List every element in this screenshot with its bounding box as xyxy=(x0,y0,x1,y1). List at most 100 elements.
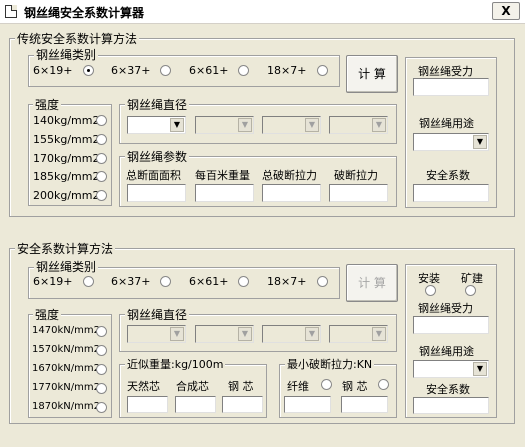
total-breaking-force-label: 总破断拉力 xyxy=(262,169,317,182)
weight-per-100m-label: 每百米重量 xyxy=(195,169,250,182)
dropdown-arrow-icon: ▼ xyxy=(473,362,487,376)
install-radio[interactable] xyxy=(425,285,436,296)
strength-radio[interactable] xyxy=(96,115,107,126)
steel-core-field[interactable] xyxy=(222,396,263,413)
rope-force-field[interactable] xyxy=(413,316,489,334)
rope-type-radio[interactable] xyxy=(238,276,249,287)
rope-type-label: 6×61+ xyxy=(189,275,229,288)
strength-label: 185kg/mm2 xyxy=(33,170,100,183)
steel-core-label: 钢 芯 xyxy=(342,380,368,393)
diameter-select[interactable]: ▼ xyxy=(195,116,254,134)
diameter-select[interactable]: ▼ xyxy=(329,116,388,134)
safety-method-title: 安全系数计算方法 xyxy=(15,240,116,257)
breaking-force-label: 破断拉力 xyxy=(334,169,378,182)
install-label: 安装 xyxy=(418,272,440,285)
rope-type-radio[interactable] xyxy=(317,65,328,76)
strength-radio[interactable] xyxy=(96,364,107,375)
strength-title: 强度 xyxy=(33,306,62,323)
mine-construction-label: 矿建 xyxy=(461,272,483,285)
rope-type-label: 6×19+ xyxy=(33,275,73,288)
diameter-select[interactable]: ▼ xyxy=(127,116,186,134)
safety-factor-label: 安全系数 xyxy=(426,383,470,396)
synthetic-core-label: 合成芯 xyxy=(176,380,209,393)
rope-force-field[interactable] xyxy=(413,78,489,96)
rope-usage-select[interactable]: ▼ xyxy=(413,360,489,378)
dropdown-arrow-icon: ▼ xyxy=(305,327,319,341)
strength-radio[interactable] xyxy=(96,171,107,182)
rope-force-label: 钢丝绳受力 xyxy=(418,302,473,315)
safety-factor-field[interactable] xyxy=(413,184,489,202)
diameter-select[interactable]: ▼ xyxy=(127,325,186,343)
close-button[interactable]: X xyxy=(492,2,520,20)
rope-type-radio[interactable] xyxy=(160,276,171,287)
rope-type-label: 6×37+ xyxy=(111,275,151,288)
rope-type-label: 18×7+ xyxy=(267,275,307,288)
strength-label: 1570kN/mm2 xyxy=(32,344,100,355)
rope-type-label: 6×61+ xyxy=(189,64,229,77)
fiber-radio[interactable] xyxy=(321,379,332,390)
strength-label: 170kg/mm2 xyxy=(33,152,100,165)
approx-weight-title: 近似重量:kg/100m xyxy=(125,356,226,372)
rope-type-radio[interactable] xyxy=(238,65,249,76)
rope-type-radio[interactable] xyxy=(83,65,94,76)
strength-radio[interactable] xyxy=(96,134,107,145)
strength-radio[interactable] xyxy=(96,402,107,413)
synthetic-core-field[interactable] xyxy=(175,396,216,413)
title-bar: 钢丝绳安全系数计算器 X xyxy=(0,0,525,24)
rope-usage-select[interactable]: ▼ xyxy=(413,133,489,151)
strength-radio[interactable] xyxy=(96,383,107,394)
dropdown-arrow-icon: ▼ xyxy=(170,118,184,132)
rope-type-title: 钢丝绳类别 xyxy=(34,258,99,275)
calculate-button[interactable]: 计 算 xyxy=(346,55,398,93)
strength-label: 1870kN/mm2 xyxy=(32,401,100,412)
rope-type-radio[interactable] xyxy=(317,276,328,287)
diameter-select[interactable]: ▼ xyxy=(262,325,321,343)
safety-factor-field[interactable] xyxy=(413,397,489,414)
breaking-force-field[interactable] xyxy=(329,184,388,202)
strength-label: 1470kN/mm2 xyxy=(32,325,100,336)
rope-type-title: 钢丝绳类别 xyxy=(34,46,99,63)
steel-core-radio[interactable] xyxy=(378,379,389,390)
strength-radio[interactable] xyxy=(96,153,107,164)
rope-usage-label: 钢丝绳用途 xyxy=(419,345,474,358)
strength-title: 强度 xyxy=(33,96,62,113)
fiber-label: 纤维 xyxy=(287,380,309,393)
dropdown-arrow-icon: ▼ xyxy=(372,327,386,341)
dropdown-arrow-icon: ▼ xyxy=(473,135,487,149)
safety-factor-label: 安全系数 xyxy=(426,169,470,182)
dropdown-arrow-icon: ▼ xyxy=(170,327,184,341)
diameter-select[interactable]: ▼ xyxy=(262,116,321,134)
total-area-field[interactable] xyxy=(127,184,186,202)
rope-type-radio[interactable] xyxy=(83,276,94,287)
min-breaking-force-title: 最小破断拉力:KN xyxy=(285,356,375,372)
rope-type-radio[interactable] xyxy=(160,65,171,76)
total-breaking-force-field[interactable] xyxy=(262,184,321,202)
diameter-title: 钢丝绳直径 xyxy=(125,96,190,113)
strength-radio[interactable] xyxy=(96,326,107,337)
mine-construction-radio[interactable] xyxy=(465,285,476,296)
diameter-select[interactable]: ▼ xyxy=(329,325,388,343)
strength-label: 140kg/mm2 xyxy=(33,114,100,127)
strength-radio[interactable] xyxy=(96,345,107,356)
rope-type-label: 6×37+ xyxy=(111,64,151,77)
parameters-title: 钢丝绳参数 xyxy=(125,148,190,165)
dropdown-arrow-icon: ▼ xyxy=(305,118,319,132)
natural-core-field[interactable] xyxy=(127,396,168,413)
dropdown-arrow-icon: ▼ xyxy=(238,118,252,132)
steel-core-field[interactable] xyxy=(341,396,388,413)
dropdown-arrow-icon: ▼ xyxy=(372,118,386,132)
weight-per-100m-field[interactable] xyxy=(195,184,254,202)
strength-label: 1770kN/mm2 xyxy=(32,382,100,393)
fiber-field[interactable] xyxy=(284,396,331,413)
rope-force-label: 钢丝绳受力 xyxy=(418,65,473,78)
window-title: 钢丝绳安全系数计算器 xyxy=(24,6,145,20)
total-area-label: 总断面面积 xyxy=(126,169,181,182)
app-icon xyxy=(5,5,17,18)
diameter-select[interactable]: ▼ xyxy=(195,325,254,343)
strength-label: 155kg/mm2 xyxy=(33,133,100,146)
strength-label: 200kg/mm2 xyxy=(33,189,100,202)
calculate-button[interactable]: 计 算 xyxy=(346,264,398,302)
diameter-title: 钢丝绳直径 xyxy=(125,306,190,323)
rope-type-label: 18×7+ xyxy=(267,64,307,77)
strength-radio[interactable] xyxy=(96,190,107,201)
